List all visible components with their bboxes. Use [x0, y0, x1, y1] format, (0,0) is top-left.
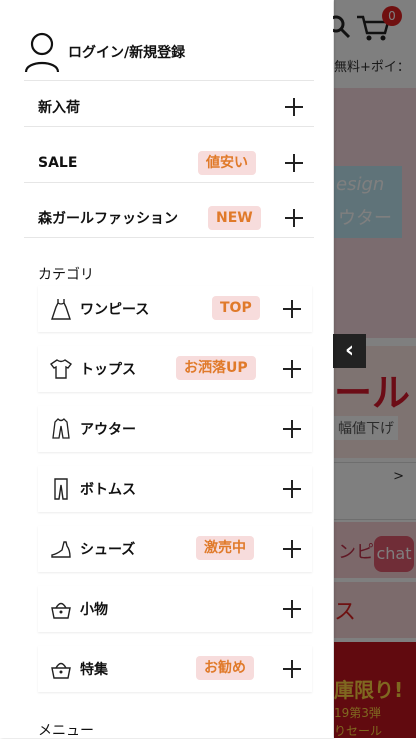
category-item-bottoms[interactable]: ボトムス	[38, 466, 312, 512]
plus-icon[interactable]	[284, 97, 304, 117]
category-label: 特集	[80, 662, 108, 678]
user-icon	[24, 32, 60, 73]
category-item-accessories[interactable]: 小物	[38, 586, 312, 632]
category-item-shoes[interactable]: シューズ 激売中	[38, 526, 312, 572]
plus-icon[interactable]	[282, 659, 302, 679]
category-label: トップス	[80, 362, 136, 378]
category-label: ワンピース	[80, 302, 150, 318]
menu-heading: メニュー	[38, 723, 94, 738]
coat-icon	[52, 418, 70, 439]
menu-item-mori-girl[interactable]: 森ガールファッション NEW	[24, 197, 314, 239]
category-item-feature[interactable]: 特集 お勧め	[38, 646, 312, 692]
category-item-outer[interactable]: アウター	[38, 406, 312, 452]
pants-icon	[54, 478, 68, 500]
menu-item-sale[interactable]: SALE 値安い	[24, 142, 314, 184]
menu-item-label: 新入荷	[38, 100, 80, 116]
close-drawer-button[interactable]: ‹	[333, 334, 366, 368]
login-label: ログイン/新規登録	[68, 45, 186, 61]
divider	[24, 237, 314, 238]
new-badge: NEW	[208, 206, 261, 230]
category-label: 小物	[80, 602, 108, 618]
category-label: アウター	[80, 422, 136, 438]
category-item-tops[interactable]: トップス お洒落UP	[38, 346, 312, 392]
category-label: ボトムス	[80, 482, 136, 498]
plus-icon[interactable]	[282, 479, 302, 499]
tshirt-icon	[50, 359, 72, 379]
menu-item-new-arrivals[interactable]: 新入荷	[24, 86, 314, 128]
bag-icon	[51, 602, 71, 619]
side-drawer: ログイン/新規登録 新入荷 SALE 値安い 森ガールファッション NEW カテ…	[0, 0, 333, 738]
shoe-icon	[51, 541, 71, 558]
divider	[24, 126, 314, 127]
divider	[24, 182, 314, 183]
category-label: シューズ	[80, 542, 136, 558]
category-item-onepiece[interactable]: ワンピース TOP	[38, 286, 312, 332]
divider	[24, 80, 314, 81]
category-badge: 激売中	[196, 536, 254, 560]
plus-icon[interactable]	[284, 208, 304, 228]
login-link[interactable]: ログイン/新規登録	[24, 28, 314, 76]
menu-item-label: SALE	[38, 155, 78, 171]
category-badge: TOP	[212, 296, 260, 320]
plus-icon[interactable]	[282, 599, 302, 619]
category-heading: カテゴリ	[38, 267, 94, 283]
plus-icon[interactable]	[282, 299, 302, 319]
sale-badge: 値安い	[198, 151, 256, 175]
menu-item-label: 森ガールファッション	[38, 211, 178, 227]
plus-icon[interactable]	[284, 153, 304, 173]
bag-icon	[51, 662, 71, 679]
plus-icon[interactable]	[282, 359, 302, 379]
dress-icon	[51, 299, 71, 320]
plus-icon[interactable]	[282, 539, 302, 559]
dim-overlay[interactable]	[334, 0, 416, 738]
category-badge: お勧め	[196, 656, 254, 680]
category-badge: お洒落UP	[176, 356, 256, 380]
plus-icon[interactable]	[282, 419, 302, 439]
